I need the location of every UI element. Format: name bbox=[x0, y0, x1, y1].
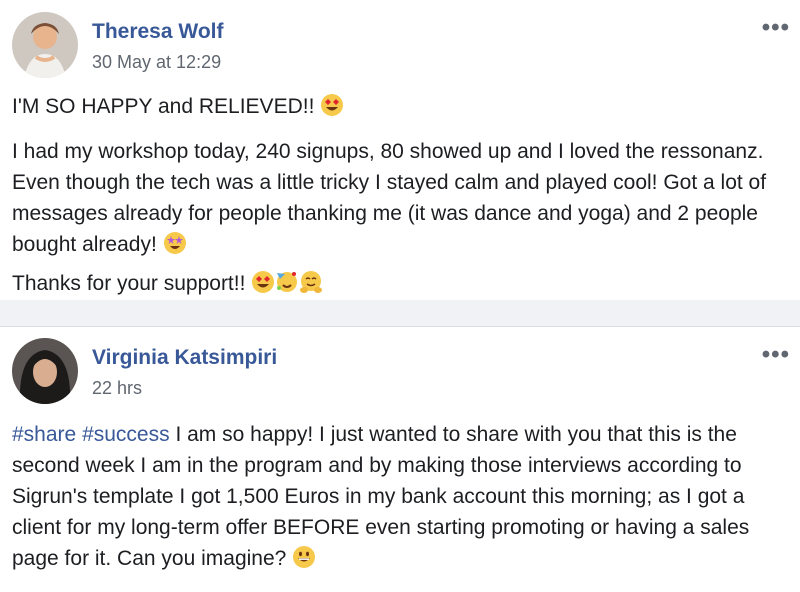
more-options-button[interactable]: ••• bbox=[762, 343, 790, 367]
post-timestamp[interactable]: 22 hrs bbox=[92, 378, 142, 399]
hugging-face-emoji bbox=[299, 270, 323, 303]
post-timestamp[interactable]: 30 May at 12:29 bbox=[92, 52, 221, 73]
post-author-name[interactable]: Theresa Wolf bbox=[92, 20, 223, 44]
post-text: I had my workshop today, 240 signups, 80… bbox=[12, 140, 767, 256]
post-paragraph: Thanks for your support!! bbox=[12, 268, 792, 303]
post-paragraph: I'M SO HAPPY and RELIEVED!! bbox=[12, 91, 792, 126]
theresa-avatar-image bbox=[12, 12, 78, 78]
post-text: I'M SO HAPPY and RELIEVED!! bbox=[12, 95, 315, 118]
heart-eyes-emoji bbox=[320, 93, 344, 126]
post-paragraph: I had my workshop today, 240 signups, 80… bbox=[12, 136, 792, 264]
post-author-name[interactable]: Virginia Katsimpiri bbox=[92, 346, 277, 370]
grinning-face-emoji bbox=[292, 545, 316, 578]
partying-face-emoji bbox=[275, 270, 299, 303]
post-paragraph: #share #success I am so happy! I just wa… bbox=[12, 419, 792, 578]
hashtag-link[interactable]: #success bbox=[82, 423, 170, 446]
avatar[interactable] bbox=[12, 338, 78, 404]
hashtag-link[interactable]: #share bbox=[12, 423, 76, 446]
post-text: Thanks for your support!! bbox=[12, 272, 246, 295]
more-options-button[interactable]: ••• bbox=[762, 16, 790, 40]
heart-eyes-emoji bbox=[251, 270, 275, 303]
virginia-avatar-image bbox=[12, 338, 78, 404]
star-struck-emoji bbox=[163, 231, 187, 264]
avatar[interactable] bbox=[12, 12, 78, 78]
